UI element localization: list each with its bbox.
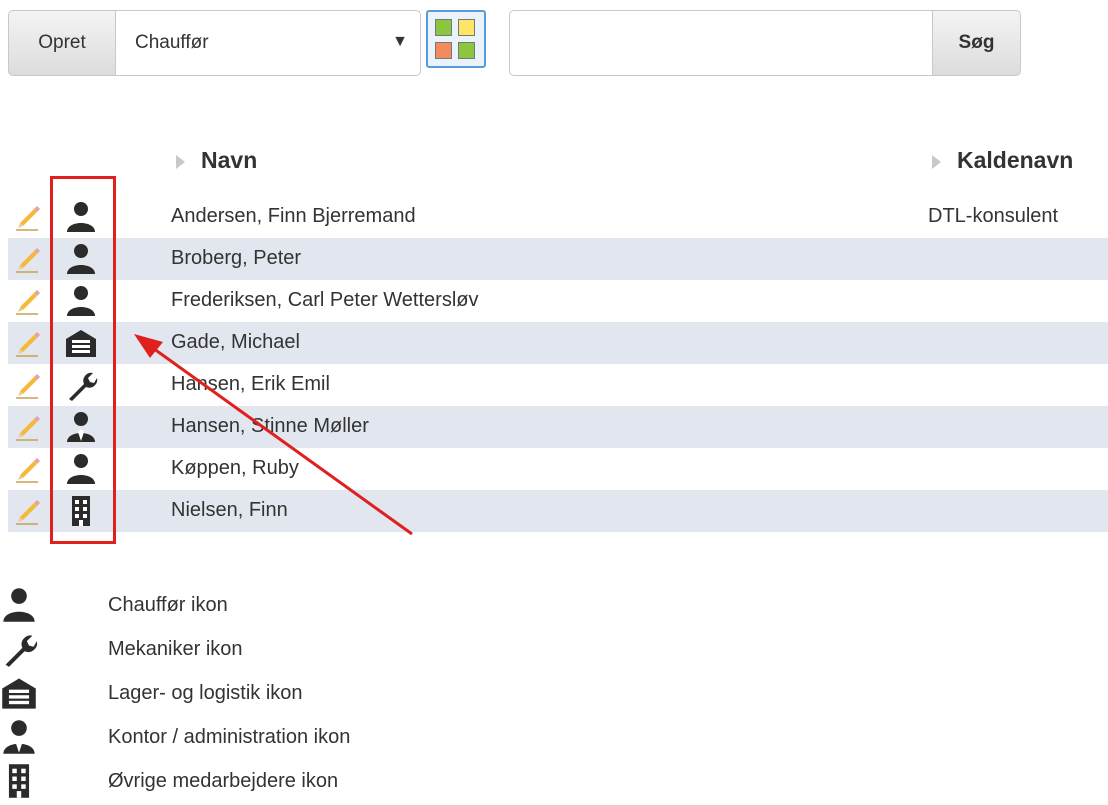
table-row[interactable]: Broberg, Peter [8, 238, 1108, 280]
table-row[interactable]: Hansen, Stinne Møller [8, 406, 1108, 448]
employee-name[interactable]: Hansen, Stinne Møller [171, 415, 369, 438]
edit-pencil-icon[interactable] [14, 329, 42, 357]
column-header-name-label: Navn [201, 147, 258, 173]
legend-label: Lager- og logistik ikon [108, 682, 303, 704]
table-row[interactable]: Nielsen, Finn [8, 490, 1108, 532]
office-worker-icon [0, 718, 38, 756]
legend-item: Lager- og logistik ikon [0, 672, 600, 712]
highlight-box [50, 176, 116, 544]
employee-name[interactable]: Nielsen, Finn [171, 499, 288, 522]
tile-green-2 [458, 42, 475, 59]
search-input[interactable] [509, 10, 932, 76]
sort-triangle-icon [932, 154, 941, 169]
table-row[interactable]: Køppen, Ruby [8, 448, 1108, 490]
edit-pencil-icon[interactable] [14, 455, 42, 483]
wrench-icon [0, 630, 38, 668]
employee-nickname: DTL-konsulent [928, 205, 1059, 227]
edit-pencil-icon[interactable] [14, 203, 42, 231]
building-icon [0, 762, 38, 800]
column-header-nickname-label: Kaldenavn [957, 147, 1074, 173]
search-button[interactable]: Søg [932, 10, 1021, 76]
employee-name[interactable]: Andersen, Finn Bjerremand [171, 205, 416, 228]
legend-label: Mekaniker ikon [108, 638, 243, 660]
legend-item: Øvrige medarbejdere ikon [0, 760, 600, 800]
edit-pencil-icon[interactable] [14, 245, 42, 273]
table-row[interactable]: Andersen, Finn Bjerremand DTL-konsulent [8, 196, 1108, 238]
dropdown-arrow-icon: ▼ [392, 33, 408, 50]
legend-item: Chauffør ikon [0, 584, 600, 624]
employee-type-select[interactable]: Chauffør ▼ [116, 10, 421, 76]
sort-triangle-icon [176, 154, 185, 169]
edit-pencil-icon[interactable] [14, 497, 42, 525]
employee-type-select-value: Chauffør [135, 32, 209, 53]
tile-yellow [458, 19, 475, 36]
legend-label: Chauffør ikon [108, 594, 228, 616]
legend-item: Mekaniker ikon [0, 628, 600, 668]
create-button[interactable]: Opret [8, 10, 116, 76]
legend-label: Kontor / administration ikon [108, 726, 351, 748]
table-row[interactable]: Gade, Michael [8, 322, 1108, 364]
legend-item: Kontor / administration ikon [0, 716, 600, 756]
edit-pencil-icon[interactable] [14, 413, 42, 441]
table-row[interactable]: Frederiksen, Carl Peter Wettersløv [8, 280, 1108, 322]
tile-orange [435, 42, 452, 59]
column-header-nickname[interactable]: Kaldenavn [932, 147, 1073, 174]
edit-pencil-icon[interactable] [14, 371, 42, 399]
edit-pencil-icon[interactable] [14, 287, 42, 315]
legend-label: Øvrige medarbejdere ikon [108, 770, 339, 792]
warehouse-icon [0, 674, 38, 712]
employee-name[interactable]: Frederiksen, Carl Peter Wettersløv [171, 289, 479, 312]
employee-name[interactable]: Broberg, Peter [171, 247, 301, 270]
tile-green [435, 19, 452, 36]
column-header-name[interactable]: Navn [176, 147, 257, 174]
employee-name[interactable]: Hansen, Erik Emil [171, 373, 330, 396]
tile-view-toggle-icon[interactable] [426, 10, 486, 68]
table-row[interactable]: Hansen, Erik Emil [8, 364, 1108, 406]
employee-name[interactable]: Gade, Michael [171, 331, 300, 354]
driver-icon [0, 586, 38, 624]
employee-name[interactable]: Køppen, Ruby [171, 457, 299, 480]
